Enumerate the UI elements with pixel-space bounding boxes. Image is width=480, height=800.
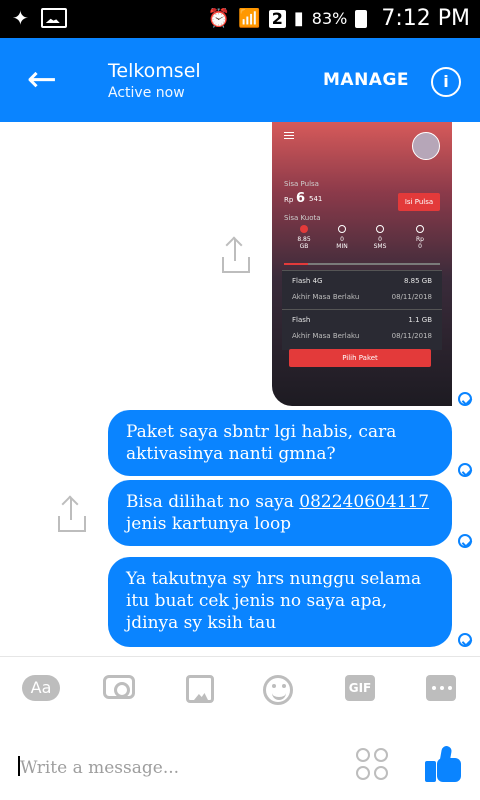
maple-leaf-icon: ✦ bbox=[12, 6, 29, 30]
seen-check-icon bbox=[458, 633, 472, 647]
stickers-icon[interactable] bbox=[356, 748, 390, 782]
kuota-sms-value: 0 bbox=[378, 236, 382, 243]
composer-toolbar: Aa GIF bbox=[0, 656, 480, 729]
phone-icon bbox=[338, 225, 346, 233]
kuota-data-unit: GB bbox=[299, 243, 309, 250]
share-arrow bbox=[234, 239, 236, 261]
message-text-after: jenis kartunya loop bbox=[126, 514, 292, 534]
sim-indicator: 2 bbox=[268, 9, 286, 28]
card-title: Flash 4G bbox=[292, 277, 323, 285]
status-right: ⏰ 📶 2 ▮ 83% 7:12 PM bbox=[208, 6, 470, 31]
card-expiry-label: Akhir Masa Berlaku bbox=[292, 293, 360, 301]
thumb-cuff bbox=[425, 761, 436, 782]
alarm-icon: ⏰ bbox=[207, 8, 231, 29]
card-expiry-date: 08/11/2018 bbox=[391, 332, 432, 340]
isi-pulsa-button[interactable]: Isi Pulsa bbox=[398, 193, 440, 211]
card-expiry-date: 08/11/2018 bbox=[391, 293, 432, 301]
kuota-min-unit: MIN bbox=[336, 243, 348, 250]
package-card-flash-4g: Flash 4G 8.85 GB Akhir Masa Berlaku 08/1… bbox=[282, 270, 442, 311]
active-status: Active now bbox=[108, 85, 185, 101]
seen-check-icon bbox=[458, 463, 472, 477]
kuota-rp-value: Rp bbox=[416, 236, 424, 243]
seen-check-icon bbox=[458, 534, 472, 548]
signal-icon: ▮ bbox=[293, 8, 304, 29]
camera-icon[interactable] bbox=[103, 675, 135, 699]
message-bubble[interactable]: Paket saya sbntr lgi habis, cara aktivas… bbox=[108, 410, 452, 476]
battery-percent: 83% bbox=[311, 9, 348, 28]
kuota-min-stat: 0 MIN bbox=[330, 225, 354, 250]
pilih-paket-button[interactable]: Pilih Paket bbox=[289, 349, 431, 367]
chat-title: Telkomsel bbox=[108, 60, 201, 82]
rupiah-icon bbox=[416, 225, 424, 233]
status-bar: ✦ ⏰ 📶 2 ▮ 83% 7:12 PM bbox=[0, 0, 480, 38]
kuota-sms-stat: 0 SMS bbox=[368, 225, 392, 250]
back-arrow-icon[interactable]: ← bbox=[24, 62, 60, 99]
gif-button[interactable]: GIF bbox=[345, 675, 375, 701]
sticker-face bbox=[356, 766, 370, 780]
battery-icon bbox=[355, 9, 368, 28]
profile-avatar bbox=[412, 132, 440, 160]
amount-prefix: Rp bbox=[284, 196, 294, 204]
status-left: ✦ bbox=[12, 8, 67, 28]
message-text: Ya takutnya sy hrs nunggu selama itu bua… bbox=[126, 569, 422, 633]
label-sisa-kuota: Sisa Kuota bbox=[284, 214, 321, 222]
share-icon[interactable] bbox=[58, 498, 86, 532]
label-sisa-pulsa: Sisa Pulsa bbox=[284, 180, 319, 188]
card-value: 8.85 GB bbox=[403, 277, 432, 285]
text-format-button[interactable]: Aa bbox=[22, 675, 60, 701]
data-icon bbox=[300, 225, 308, 233]
message-input[interactable] bbox=[18, 754, 322, 782]
chat-area[interactable]: Sisa Pulsa Rp 6 541 Isi Pulsa Sisa Kuota… bbox=[0, 122, 480, 656]
card-value: 1.1 GB bbox=[408, 316, 432, 324]
wifi-icon: 📶 bbox=[238, 8, 261, 29]
time: 7:12 PM bbox=[381, 6, 470, 31]
gallery-notification-icon bbox=[40, 8, 67, 28]
kuota-rp-unit: 0 bbox=[418, 243, 422, 250]
message-bubble[interactable]: Bisa dilihat no saya 082240604117 jenis … bbox=[108, 480, 452, 546]
phone-number-link[interactable]: 082240604117 bbox=[299, 492, 429, 512]
package-card-flash: Flash 1.1 GB Akhir Masa Berlaku 08/11/20… bbox=[282, 309, 442, 350]
amount-rest: 541 bbox=[309, 195, 323, 203]
info-icon[interactable]: i bbox=[431, 67, 461, 97]
amount-main: 6 bbox=[296, 191, 306, 206]
seen-check-icon bbox=[458, 392, 472, 406]
more-icon[interactable] bbox=[426, 675, 456, 701]
sticker-face bbox=[374, 766, 388, 780]
kuota-data-value: 8.85 bbox=[297, 236, 311, 243]
image-message[interactable]: Sisa Pulsa Rp 6 541 Isi Pulsa Sisa Kuota… bbox=[272, 122, 452, 406]
message-composer bbox=[0, 728, 480, 800]
card-title: Flash bbox=[292, 316, 311, 324]
hamburger-icon bbox=[284, 132, 294, 133]
manage-button[interactable]: MANAGE bbox=[323, 70, 409, 90]
kuota-min-value: 0 bbox=[340, 236, 344, 243]
message-bubble[interactable]: Ya takutnya sy hrs nunggu selama itu bua… bbox=[108, 557, 452, 647]
like-thumb-icon[interactable] bbox=[425, 745, 463, 784]
message-text: Paket saya sbntr lgi habis, cara aktivas… bbox=[126, 422, 397, 464]
sms-icon bbox=[376, 225, 384, 233]
usage-progress bbox=[284, 263, 308, 265]
share-tray bbox=[58, 516, 86, 532]
gallery-icon[interactable] bbox=[186, 675, 214, 703]
share-tray bbox=[222, 257, 250, 273]
share-icon[interactable] bbox=[222, 239, 250, 273]
emoji-icon[interactable] bbox=[263, 675, 293, 705]
message-text-before: Bisa dilihat no saya bbox=[126, 492, 300, 512]
app-header: ← Telkomsel Active now MANAGE i bbox=[0, 38, 480, 122]
kuota-data-stat: 8.85 GB bbox=[292, 225, 316, 250]
sticker-face bbox=[356, 748, 370, 762]
sticker-face bbox=[374, 748, 388, 762]
kuota-sms-unit: SMS bbox=[373, 243, 387, 250]
share-arrow bbox=[70, 498, 72, 520]
kuota-rp-stat: Rp 0 bbox=[408, 225, 432, 250]
card-expiry-label: Akhir Masa Berlaku bbox=[292, 332, 360, 340]
